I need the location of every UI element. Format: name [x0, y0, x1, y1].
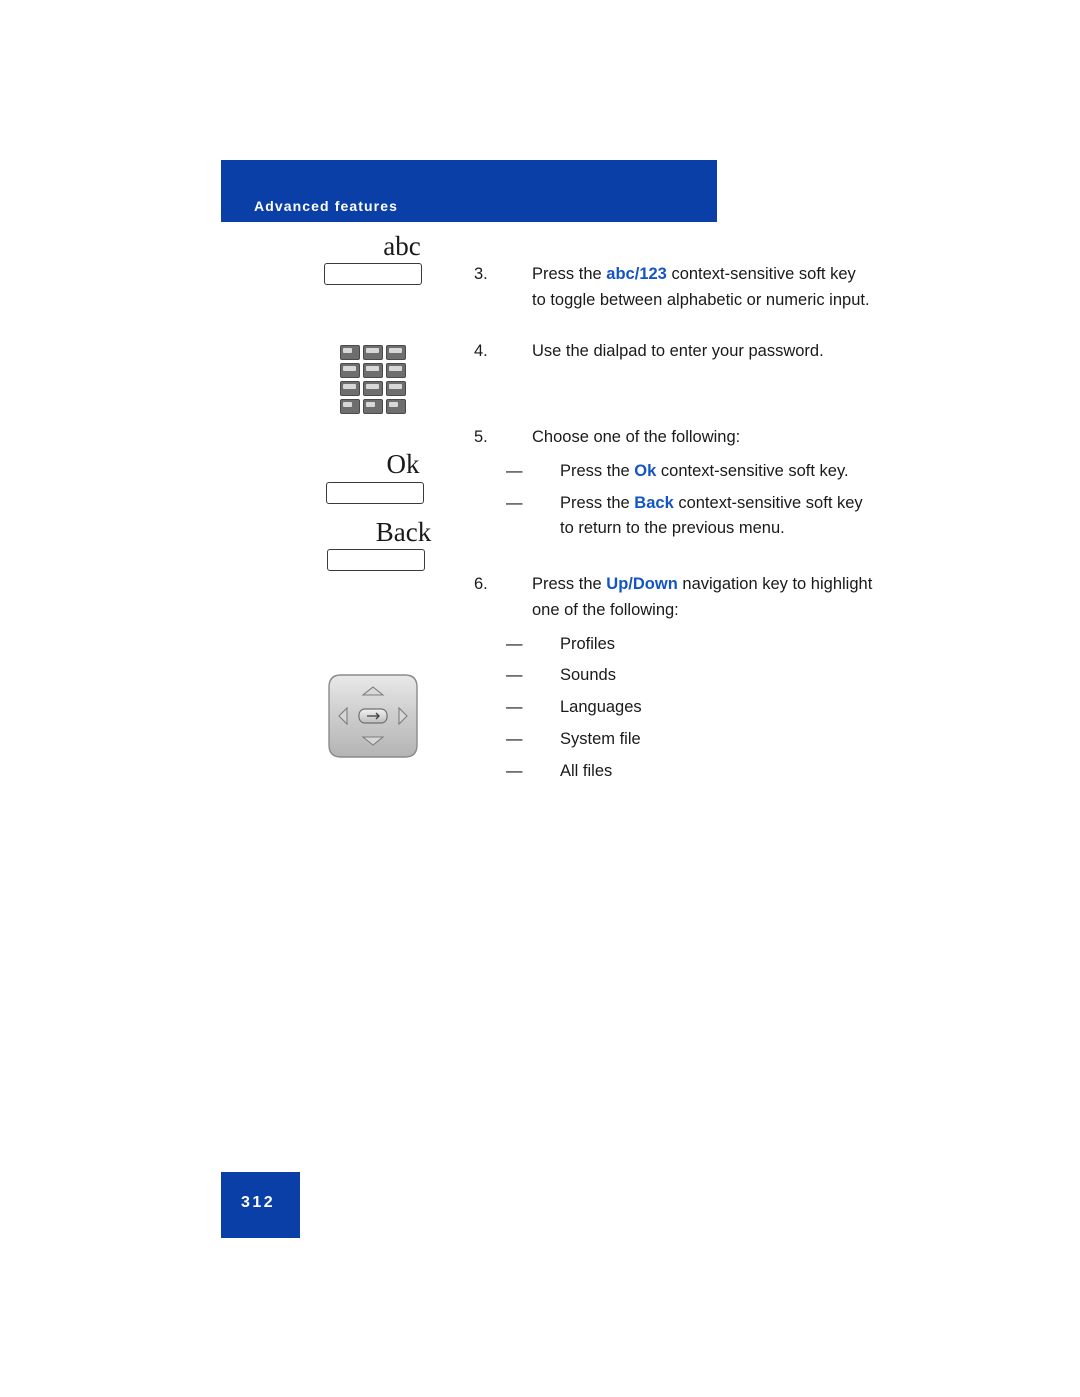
step-6-bullet-system-file-text: System file [560, 729, 641, 748]
step-6-bullet-all-files: — All files [474, 759, 874, 785]
bullet-dash-icon: — [506, 666, 522, 685]
dialpad-key [340, 363, 360, 379]
back-softkey-button [327, 549, 425, 572]
bullet-dash-icon: — [506, 761, 522, 780]
bullet-dash-icon: — [506, 634, 522, 653]
dialpad-key [386, 345, 406, 361]
step-6-text: Press the Up/Down navigation key to high… [532, 575, 873, 619]
step-6-bullet-all-files-text: All files [560, 761, 613, 780]
dialpad-key [386, 399, 406, 415]
dialpad-key [363, 345, 383, 361]
step-5-number: 5. [474, 428, 488, 447]
page-header-banner: Advanced features [221, 160, 717, 222]
ok-softkey-button [326, 481, 424, 504]
step-6: 6. Press the Up/Down navigation key to h… [474, 572, 874, 623]
step-4: 4. Use the dialpad to enter your passwor… [474, 339, 874, 365]
step-5: 5. Choose one of the following: [474, 425, 874, 451]
step-6-bullet-system-file: — System file [474, 727, 874, 753]
dialpad-key [386, 381, 406, 397]
dialpad-key [363, 363, 383, 379]
step-6-bullet-sounds-text: Sounds [560, 666, 616, 685]
bullet-dash-icon: — [506, 461, 522, 480]
step-6-bullet-profiles-text: Profiles [560, 634, 616, 653]
step-6-bullet-languages-text: Languages [560, 698, 642, 717]
bullet-dash-icon: — [506, 729, 522, 748]
page-header-title: Advanced features [254, 198, 398, 214]
step-6-number: 6. [474, 575, 488, 594]
step-4-number: 4. [474, 342, 488, 361]
instruction-steps: 3. Press the abc/123 context-sensitive s… [474, 262, 874, 784]
ok-softkey-illustration: Ok [326, 449, 480, 504]
step-5-bullet-2: — Press the Back context-sensitive soft … [474, 491, 874, 542]
dialpad-icon [340, 345, 406, 415]
step-6-bullet-languages: — Languages [474, 695, 874, 721]
bullet-dash-icon: — [506, 698, 522, 717]
dialpad-key [363, 381, 383, 397]
abc-softkey-button [324, 263, 422, 286]
illustration-column: abc Ok Back [300, 232, 480, 759]
page-number-box: 312 [221, 1172, 300, 1238]
step-5-bullet-1-text: Press the Ok context-sensitive soft key. [560, 461, 849, 480]
step-5-bullet-2-text: Press the Back context-sensitive soft ke… [560, 493, 863, 538]
dialpad-key [363, 399, 383, 415]
step-3-number: 3. [474, 265, 488, 283]
abc-softkey-illustration: abc [324, 231, 480, 286]
ok-softkey-label: Ok [386, 449, 420, 480]
step-5-text: Choose one of the following: [532, 428, 741, 447]
step-3-text: Press the abc/123 context-sensitive soft… [532, 265, 870, 309]
dialpad-key [386, 363, 406, 379]
dialpad-key [340, 345, 360, 361]
dialpad-key [340, 399, 360, 415]
bullet-dash-icon: — [506, 493, 522, 512]
dialpad-key [340, 381, 360, 397]
step-6-bullet-sounds: — Sounds [474, 663, 874, 689]
abc-softkey-label: abc [383, 231, 421, 261]
back-softkey-illustration: Back [327, 516, 480, 572]
step-5-bullet-1: — Press the Ok context-sensitive soft ke… [474, 459, 874, 485]
back-softkey-label: Back [375, 516, 432, 547]
step-4-text: Use the dialpad to enter your password. [532, 342, 824, 361]
step-6-bullet-profiles: — Profiles [474, 632, 874, 658]
navigation-key-cluster-icon [327, 673, 419, 759]
step-3: 3. Press the abc/123 context-sensitive s… [474, 262, 874, 313]
page-number: 312 [241, 1194, 276, 1211]
